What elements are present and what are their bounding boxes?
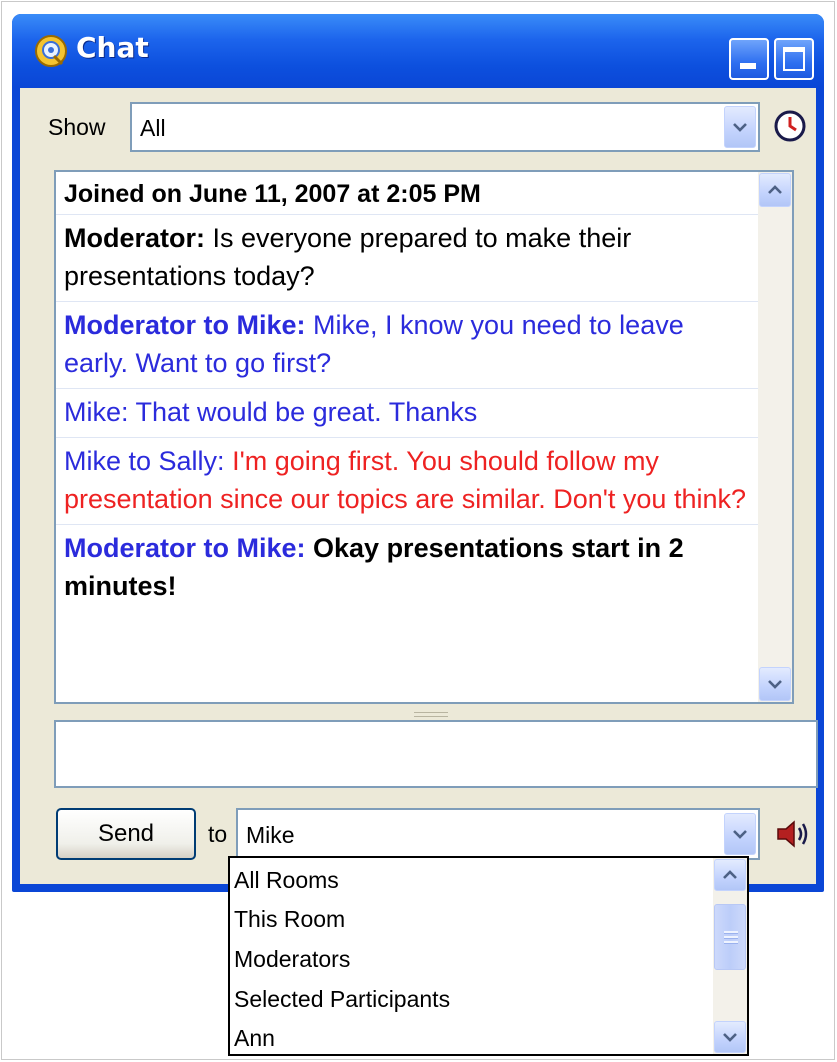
dropdown-option[interactable]: This Room bbox=[234, 906, 345, 933]
minimize-button[interactable] bbox=[729, 38, 769, 80]
send-button[interactable]: Send bbox=[56, 808, 196, 860]
chevron-down-icon bbox=[768, 680, 782, 689]
joined-notice: Joined on June 11, 2007 at 2:05 PM bbox=[56, 172, 760, 215]
show-filter-dropdown-button[interactable] bbox=[724, 106, 756, 148]
grip-line bbox=[724, 941, 738, 944]
speaker-icon[interactable] bbox=[772, 816, 812, 852]
message-sender: Moderator to Mike: bbox=[64, 310, 306, 340]
dropdown-option[interactable]: All Rooms bbox=[234, 867, 339, 894]
chevron-up-icon bbox=[768, 185, 782, 194]
chat-message: Moderator to Mike: Mike, I know you need… bbox=[56, 302, 760, 389]
recipient-dropdown-list[interactable]: All Rooms This Room Moderators Selected … bbox=[228, 856, 749, 1056]
minimize-icon bbox=[740, 63, 756, 69]
scroll-up-button[interactable] bbox=[759, 173, 791, 207]
pane-splitter[interactable] bbox=[414, 712, 448, 717]
chevron-up-icon bbox=[723, 870, 737, 879]
message-list: Joined on June 11, 2007 at 2:05 PM Moder… bbox=[56, 172, 760, 611]
recipient-value: Mike bbox=[246, 822, 295, 848]
window-client-area: Show All Joined on June 11, 2007 at 2:05… bbox=[20, 88, 818, 884]
chevron-down-icon bbox=[733, 123, 747, 132]
grip-line bbox=[724, 936, 738, 939]
chevron-down-icon bbox=[723, 1033, 737, 1042]
show-filter-value: All bbox=[140, 115, 166, 141]
chat-message: Mike to Sally: I'm going first. You shou… bbox=[56, 438, 760, 525]
chevron-down-icon bbox=[733, 830, 747, 839]
dropdown-option[interactable]: Moderators bbox=[234, 946, 350, 973]
chat-message: Moderator to Mike: Okay presentations st… bbox=[56, 525, 760, 611]
show-label: Show bbox=[48, 114, 106, 140]
app-icon bbox=[35, 35, 67, 67]
dropdown-option[interactable]: Ann bbox=[234, 1025, 275, 1052]
dropdown-scroll-thumb[interactable] bbox=[714, 904, 746, 970]
grip-line bbox=[724, 931, 738, 934]
maximize-icon bbox=[783, 47, 805, 71]
window-title: Chat bbox=[76, 31, 149, 64]
dropdown-scroll-up-button[interactable] bbox=[714, 859, 746, 891]
chat-log[interactable]: Joined on June 11, 2007 at 2:05 PM Moder… bbox=[54, 170, 794, 704]
clock-icon[interactable] bbox=[772, 108, 808, 144]
dropdown-option[interactable]: Selected Participants bbox=[234, 986, 450, 1013]
message-input[interactable] bbox=[54, 720, 818, 788]
recipient-select[interactable]: Mike bbox=[236, 808, 760, 860]
message-sender: Moderator: bbox=[64, 223, 205, 253]
title-bar[interactable]: Chat bbox=[12, 14, 824, 88]
dropdown-scrollbar[interactable] bbox=[713, 858, 747, 1054]
to-label: to bbox=[208, 821, 228, 847]
scroll-down-button[interactable] bbox=[759, 667, 791, 701]
message-sender: Moderator to Mike: bbox=[64, 533, 306, 563]
dropdown-scroll-down-button[interactable] bbox=[714, 1021, 746, 1053]
chat-message: Moderator: Is everyone prepared to make … bbox=[56, 215, 760, 302]
recipient-dropdown-button[interactable] bbox=[724, 813, 756, 855]
message-sender: Mike to Sally: bbox=[64, 446, 233, 476]
message-sender: Mike: bbox=[64, 397, 136, 427]
chat-log-scrollbar[interactable] bbox=[758, 172, 792, 702]
chat-window: Chat Show All Joined on June 11, 2007 at… bbox=[12, 14, 824, 892]
chat-message: Mike: That would be great. Thanks bbox=[56, 389, 760, 438]
send-button-label: Send bbox=[97, 820, 155, 847]
message-text: That would be great. Thanks bbox=[135, 397, 478, 427]
show-filter-select[interactable]: All bbox=[130, 102, 760, 152]
maximize-button[interactable] bbox=[774, 38, 814, 80]
